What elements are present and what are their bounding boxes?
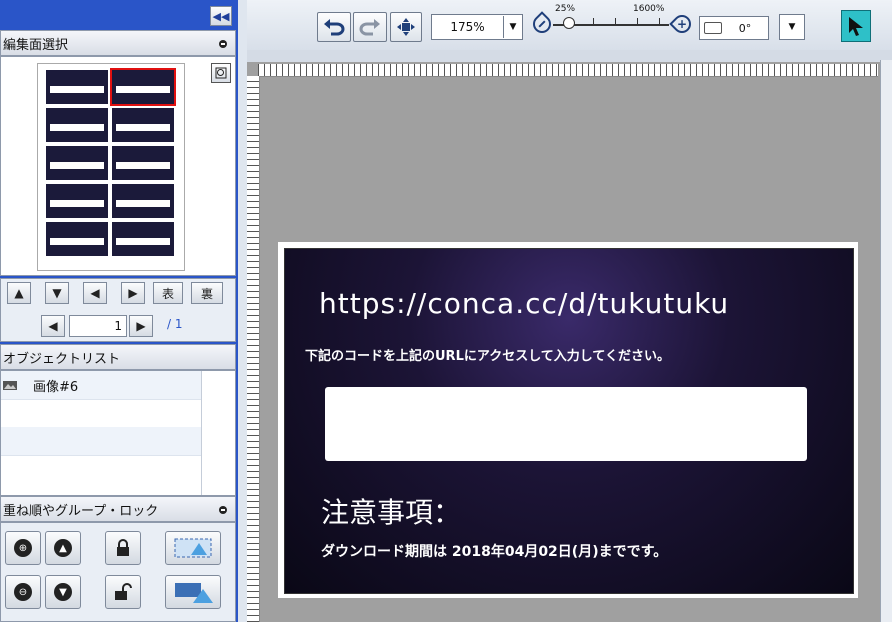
tick	[593, 18, 594, 24]
arrow-up-icon: ⊕	[14, 539, 32, 557]
zoom-max-label: 1600%	[633, 4, 665, 14]
order-lock-header[interactable]: 重ね順やグループ・ロック	[0, 496, 236, 522]
object-list-title: オブジェクトリスト	[3, 351, 121, 367]
notice-title: 注意事項：	[321, 496, 462, 529]
group-button[interactable]	[165, 531, 221, 565]
page-nav-pane: ▲ ▼ ◀ ▶ 表 裏 ◀ 1 ▶ / 1	[0, 278, 236, 342]
unlock-icon	[115, 583, 132, 600]
back-face-button[interactable]: 裏	[191, 282, 223, 304]
zoom-out-icon[interactable]	[529, 11, 555, 37]
collapse-icon[interactable]	[219, 40, 227, 48]
page-thumbnail[interactable]	[37, 63, 185, 271]
fit-page-button[interactable]	[390, 12, 422, 42]
code-input-box[interactable]	[325, 387, 807, 461]
page-select-header[interactable]: 編集面選択	[0, 30, 236, 56]
bring-forward-button[interactable]: ⊕	[5, 531, 41, 565]
first-page-button[interactable]: ▲	[7, 282, 31, 304]
vertical-ruler	[247, 76, 260, 622]
column-divider	[201, 371, 202, 495]
redo-icon	[359, 19, 380, 36]
order-lock-title: 重ね順やグループ・ロック	[3, 503, 159, 519]
object-list: 画像#6	[0, 370, 236, 496]
rotation-icon	[704, 22, 722, 34]
ungroup-button[interactable]	[165, 575, 221, 609]
toolbar-gap	[247, 50, 892, 62]
tick	[637, 18, 638, 24]
card-instruction: 下記のコードを上記のURLにアクセスして入力してください。	[305, 349, 671, 364]
move-right-button[interactable]: ▶	[121, 282, 145, 304]
card-url: https://conca.cc/d/tukutuku	[319, 287, 730, 320]
send-to-back-button[interactable]: ▼	[45, 575, 81, 609]
vertical-scrollbar[interactable]	[880, 60, 892, 622]
thumbnail-image	[46, 68, 176, 256]
ungroup-icon	[175, 583, 213, 603]
page-prev-arrow[interactable]: ◀	[41, 315, 65, 337]
row-divider	[1, 455, 201, 456]
bring-to-front-button[interactable]: ▲	[45, 531, 81, 565]
zoom-select[interactable]: 175% ▼	[431, 14, 523, 40]
collapse-panel-button[interactable]: ◀◀	[210, 6, 232, 26]
arrow-down-icon: ⊖	[14, 583, 32, 601]
list-item[interactable]: 画像#6	[1, 371, 201, 399]
zoom-min-label: 25%	[555, 4, 576, 14]
image-icon	[3, 381, 17, 390]
group-icon	[174, 538, 212, 558]
front-face-button[interactable]: 表	[153, 282, 183, 304]
send-backward-button[interactable]: ⊖	[5, 575, 41, 609]
tick	[659, 18, 660, 24]
move-arrows-icon	[397, 18, 415, 36]
page-total: / 1	[167, 317, 183, 331]
rotation-value: 0°	[738, 21, 752, 35]
page-preview-button[interactable]	[211, 63, 231, 83]
undo-button[interactable]	[317, 12, 351, 42]
row-divider	[1, 399, 201, 400]
tick	[615, 18, 616, 24]
order-lock-pane: ⊕ ▲ ⊖ ▼	[0, 522, 236, 622]
prev-page-button[interactable]: ▼	[45, 282, 69, 304]
page-thumbnail-pane	[0, 56, 236, 276]
zoom-in-icon[interactable]: +	[669, 11, 695, 37]
left-panel: ◀◀ 編集面選択 ▲ ▼ ◀ ▶ 表 裏 ◀ 1 ▶ / 1 オブジェクトリスト…	[0, 0, 238, 622]
page-next-arrow[interactable]: ▶	[129, 315, 153, 337]
unlock-button[interactable]	[105, 575, 141, 609]
zoom-slider-track[interactable]	[553, 17, 669, 29]
zoom-value: 175%	[450, 20, 485, 34]
page-select-title: 編集面選択	[3, 37, 69, 53]
undo-icon	[324, 19, 345, 36]
top-toolbar: 175% ▼ 25% 1600% + 0° ▼	[247, 0, 892, 50]
pointer-icon	[849, 17, 863, 36]
page-number-input[interactable]: 1	[69, 315, 127, 337]
lock-icon	[117, 539, 129, 556]
up-icon: ▲	[54, 539, 72, 557]
zoom-slider-thumb[interactable]	[563, 17, 575, 29]
horizontal-ruler	[258, 64, 878, 77]
design-card[interactable]: https://conca.cc/d/tukutuku 下記のコードを上記のUR…	[284, 248, 854, 594]
down-icon: ▼	[54, 583, 72, 601]
redo-button[interactable]	[353, 12, 387, 42]
object-item-label: 画像#6	[33, 379, 79, 395]
notice-body: ダウンロード期間は 2018年04月02日(月)までです。	[321, 544, 668, 560]
rotation-field[interactable]: 0°	[699, 16, 769, 40]
rotation-dropdown[interactable]: ▼	[779, 14, 805, 40]
lock-button[interactable]	[105, 531, 141, 565]
magnifier-icon	[215, 67, 227, 79]
chevron-down-icon[interactable]: ▼	[503, 16, 522, 38]
object-list-header[interactable]: オブジェクトリスト	[0, 344, 236, 370]
move-left-button[interactable]: ◀	[83, 282, 107, 304]
collapse-icon[interactable]	[219, 506, 227, 514]
select-tool-button[interactable]	[841, 10, 871, 42]
list-row-empty	[1, 427, 201, 455]
